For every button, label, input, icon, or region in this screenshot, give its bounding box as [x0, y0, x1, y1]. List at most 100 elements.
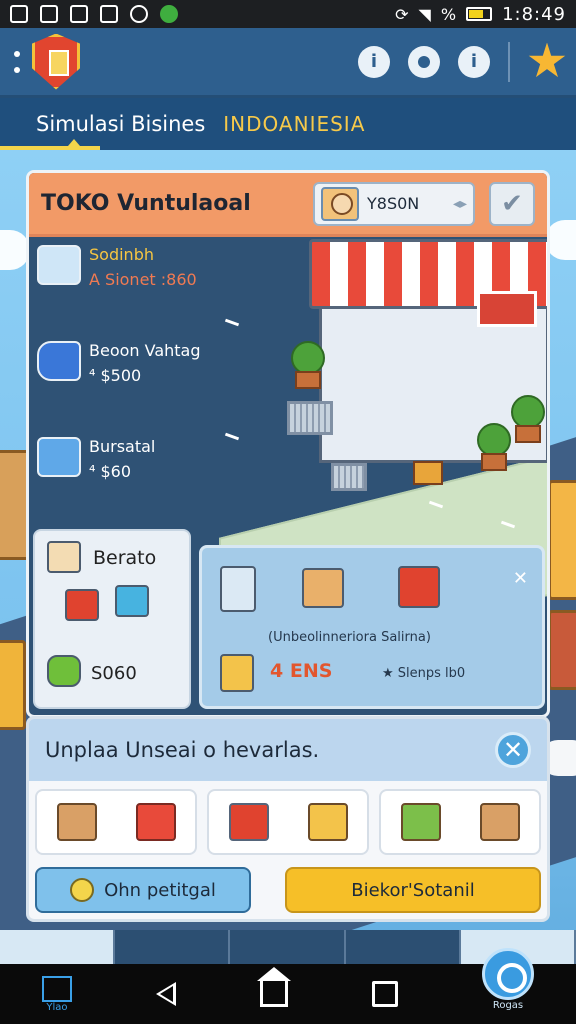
produce-crate-icon	[413, 461, 443, 485]
upgrade-slots	[29, 781, 547, 863]
pot	[481, 453, 507, 471]
notification-icon	[10, 5, 28, 23]
pot	[295, 371, 321, 389]
list-item[interactable]: Sodinbh A Sionet :860	[37, 245, 212, 341]
upgrade-slot[interactable]	[207, 789, 369, 855]
grid-nav-button[interactable]: Ylao	[42, 975, 72, 1013]
building	[0, 640, 26, 730]
camera-icon	[130, 5, 148, 23]
recents-icon[interactable]	[372, 981, 398, 1007]
supply-count: 4 ENS	[270, 660, 333, 682]
supply-card[interactable]: ✕ (Unbeolinneriora Salirna) 4 ENS ★ Slen…	[199, 545, 545, 709]
back-icon[interactable]	[156, 982, 176, 1006]
upgrade-dialog-header: Unplaa Unseai o hevarlas. ✕	[29, 719, 547, 781]
fab-button[interactable]: Rogas	[482, 947, 534, 1011]
upgrade-dialog-title: Unplaa Unseai o hevarlas.	[45, 738, 320, 762]
primary-action-label: Ohn petitgal	[104, 879, 216, 901]
nav-tab-up[interactable]	[230, 930, 346, 964]
item-price: ⁴ $60	[89, 462, 132, 481]
cart-icon	[398, 566, 440, 608]
plant-icon	[477, 423, 511, 457]
tab-bar: Simulasi Bisines INDOANIESIA	[0, 98, 576, 150]
upgrade-slot[interactable]	[379, 789, 541, 855]
image-icon	[70, 5, 88, 23]
box-icon	[56, 803, 97, 841]
wifi-icon: ◥	[418, 4, 431, 24]
more-menu-icon[interactable]	[10, 50, 24, 73]
player-name: Y8S0N	[367, 194, 420, 213]
plant-icon	[291, 341, 325, 375]
shopping-bag-icon	[115, 585, 149, 617]
primary-action-button[interactable]: Ohn petitgal	[35, 867, 251, 913]
battery-icon	[466, 7, 493, 21]
item-price: A Sionet :860	[89, 270, 197, 289]
list-item[interactable]: Bursatal ⁴ $60	[37, 437, 212, 533]
upgrade-dialog: Unplaa Unseai o hevarlas. ✕ Ohn petitgal…	[26, 716, 550, 922]
spark-icon[interactable]	[528, 42, 566, 78]
nav-tab-home[interactable]	[0, 930, 116, 964]
dialog-actions: Ohn petitgal Biekor'Sotanil	[29, 863, 547, 917]
info-icon[interactable]: i	[358, 45, 390, 78]
calendar-icon	[220, 654, 254, 692]
grid-nav-label: Ylao	[46, 1001, 68, 1013]
nav-tab-gift[interactable]	[346, 930, 461, 964]
item-price: ⁴ $500	[89, 366, 142, 385]
key-icon	[70, 878, 95, 902]
stock-card[interactable]: Berato S060	[33, 529, 191, 709]
register-icon	[228, 803, 269, 841]
list-item[interactable]: Beoon Vahtag ⁴ $500	[37, 341, 212, 437]
box-icon	[307, 803, 348, 841]
active-tab-caret	[68, 139, 80, 146]
road-marking	[224, 318, 240, 327]
active-tab-indicator	[0, 146, 100, 150]
item-name: Beoon Vahtag	[89, 341, 201, 360]
fab-label: Rogas	[492, 999, 524, 1011]
shopping-cart-icon	[331, 463, 367, 491]
fruit-basket-icon	[400, 803, 441, 841]
sync-icon: ⟳	[395, 4, 409, 24]
box-icon	[37, 437, 81, 477]
stock-card-title: Berato	[93, 547, 157, 569]
shop-sign	[477, 291, 537, 327]
supply-count-label: ★ Slenps lb0	[382, 666, 466, 681]
upgrade-slot[interactable]	[35, 789, 197, 855]
home-icon[interactable]	[257, 967, 291, 1007]
settings-fab-icon	[482, 947, 534, 1000]
building	[548, 480, 576, 600]
container-icon	[37, 245, 81, 285]
item-list: Sodinbh A Sionet :860 Beoon Vahtag ⁴ $50…	[37, 245, 212, 533]
help-icon[interactable]: i	[458, 45, 490, 78]
tab-title[interactable]: Simulasi Bisines	[36, 112, 205, 136]
box-icon	[302, 568, 344, 608]
android-nav-bar: Ylao Rogas	[0, 947, 576, 1024]
plant-icon	[511, 395, 545, 429]
shop-panel: TOKO Vuntulaoal Y8S0N ◂▸ ✔ Sodinbh A Sio…	[26, 170, 550, 718]
close-icon[interactable]: ✕	[495, 732, 531, 768]
package-icon	[47, 541, 81, 573]
notification-icon	[100, 5, 118, 23]
check-icon[interactable]: ✔	[489, 181, 535, 226]
item-name: Bursatal	[89, 437, 156, 456]
stock-card-price: S060	[91, 663, 137, 684]
tab-subtitle: INDOANIESIA	[223, 112, 366, 136]
produce-crate-icon	[479, 803, 520, 841]
item-name: Sodinbh	[89, 245, 154, 264]
gear-icon[interactable]	[408, 45, 440, 78]
nav-tab-store[interactable]	[115, 930, 231, 964]
avatar	[321, 186, 359, 221]
building	[548, 610, 576, 690]
app-header: i i	[0, 28, 576, 98]
divider	[508, 41, 510, 82]
tablet-icon	[220, 566, 256, 612]
supply-caption: (Unbeolinneriora Salirna)	[268, 630, 431, 645]
pin-icon[interactable]: ✕	[513, 568, 528, 589]
clock: 1:8:49	[502, 3, 566, 25]
bottle-icon	[37, 341, 81, 381]
shop-title: TOKO Vuntulaoal	[41, 191, 251, 216]
notification-icon	[40, 5, 58, 23]
secondary-action-label: Biekor'Sotanil	[351, 879, 475, 901]
grid-icon	[42, 975, 72, 1002]
player-chip[interactable]: Y8S0N ◂▸	[313, 181, 475, 226]
gift-box-icon	[135, 803, 176, 841]
secondary-action-button[interactable]: Biekor'Sotanil	[285, 867, 541, 913]
